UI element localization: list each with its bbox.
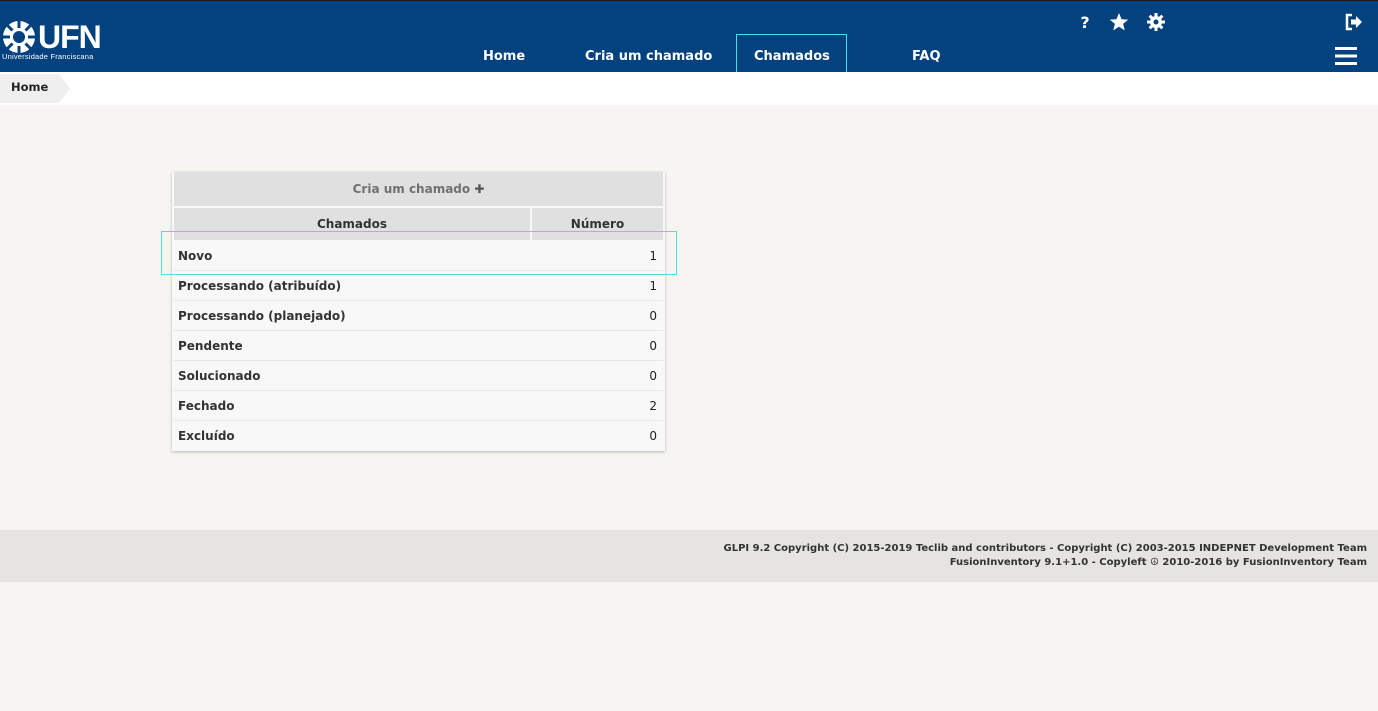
nav-create-ticket[interactable]: Cria um chamado — [585, 49, 712, 64]
row-label[interactable]: Excluído — [178, 429, 235, 443]
logout-icon[interactable] — [1345, 13, 1363, 31]
row-count[interactable]: 0 — [649, 339, 657, 353]
tickets-summary-panel: Cria um chamado ✚ Chamados Número Novo 1… — [172, 172, 665, 451]
help-icon[interactable]: ? — [1076, 13, 1094, 31]
row-count[interactable]: 0 — [649, 429, 657, 443]
row-label[interactable]: Pendente — [178, 339, 243, 353]
table-row[interactable]: Processando (atribuído) 1 — [174, 271, 663, 301]
row-count[interactable]: 0 — [649, 309, 657, 323]
footer-copyright-glpi[interactable]: GLPI 9.2 Copyright (C) 2015-2019 Teclib … — [724, 543, 1368, 554]
breadcrumb-home-link[interactable]: Home — [11, 80, 48, 94]
table-row[interactable]: Pendente 0 — [174, 331, 663, 361]
gear-icon[interactable] — [1147, 13, 1165, 31]
table-row[interactable]: Processando (planejado) 0 — [174, 301, 663, 331]
table-row[interactable]: Excluído 0 — [174, 421, 663, 451]
svg-text:?: ? — [1080, 13, 1089, 31]
plus-icon: ✚ — [474, 182, 485, 196]
row-label[interactable]: Processando (planejado) — [178, 309, 346, 323]
logo-emblem-icon — [3, 21, 35, 53]
top-navigation-bar: UFN Universidade Franciscana Home Cria u… — [0, 0, 1378, 85]
footer: GLPI 9.2 Copyright (C) 2015-2019 Teclib … — [0, 530, 1378, 582]
row-count[interactable]: 2 — [649, 399, 657, 413]
footer-copyright-fusioninventory[interactable]: FusionInventory 9.1+1.0 - Copyleft ☮ 201… — [950, 557, 1367, 568]
table-row[interactable]: Fechado 2 — [174, 391, 663, 421]
nav-home[interactable]: Home — [483, 49, 525, 64]
row-count[interactable]: 0 — [649, 369, 657, 383]
breadcrumb: Home — [0, 72, 1378, 105]
row-novo-highlight — [161, 231, 677, 275]
create-ticket-label: Cria um chamado — [352, 182, 471, 196]
table-row[interactable]: Solucionado 0 — [174, 361, 663, 391]
star-icon[interactable] — [1109, 12, 1129, 32]
row-label[interactable]: Processando (atribuído) — [178, 279, 341, 293]
ufn-logo[interactable]: UFN Universidade Franciscana — [2, 16, 112, 62]
row-label[interactable]: Fechado — [178, 399, 234, 413]
logo-text: UFN — [38, 19, 102, 55]
logo-subtitle: Universidade Franciscana — [2, 52, 94, 61]
menu-icon[interactable] — [1335, 46, 1357, 66]
row-label[interactable]: Solucionado — [178, 369, 261, 383]
create-ticket-link[interactable]: Cria um chamado ✚ — [174, 172, 663, 206]
row-count[interactable]: 1 — [649, 279, 657, 293]
nav-faq[interactable]: FAQ — [912, 49, 941, 64]
